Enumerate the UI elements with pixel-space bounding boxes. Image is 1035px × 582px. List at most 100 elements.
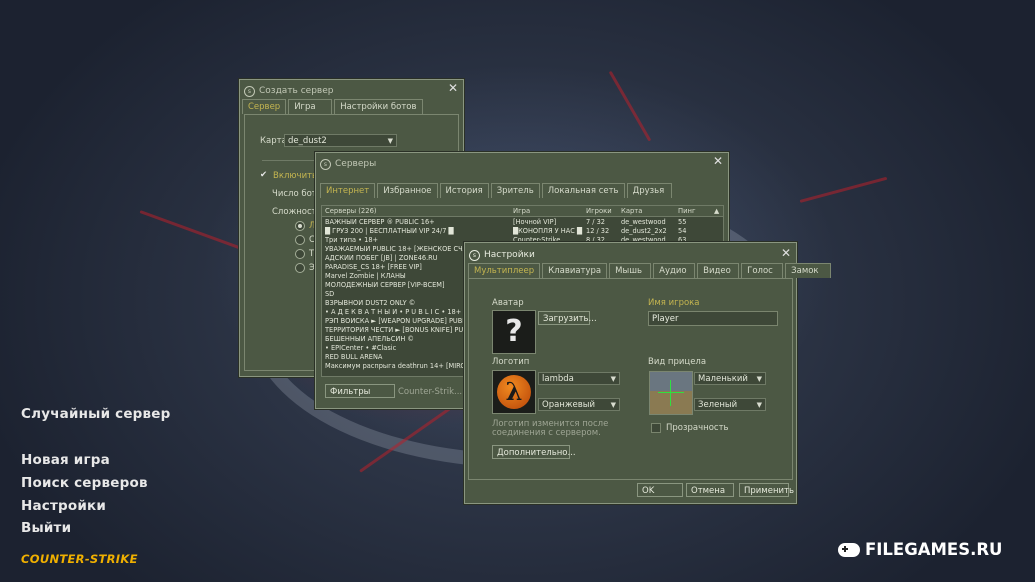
close-icon[interactable]: ✕ [781,247,791,259]
steam-icon: s [320,158,331,170]
player-name-input[interactable]: Player [648,311,778,326]
logo-preview: λ [492,370,536,414]
tab-video[interactable]: Видео [697,263,740,278]
server-game-cell: █КОНОПЛЯ У НАС █ [513,227,583,235]
tab-voice[interactable]: Голос [741,263,784,278]
servers-title: Серверы [335,159,377,169]
column-header-map[interactable]: Карта [621,206,642,216]
table-row[interactable]: ВАЖНЫЙ СЕРВЕР ® PUBLIC 16+ [Ночной VIP] 7 … [322,218,723,227]
menu-quit[interactable]: Выйти [21,520,71,536]
settings-titlebar[interactable]: s Настройки [469,248,792,262]
tab-internet[interactable]: Интернет [320,183,376,198]
watermark-text: FILEGAMES.RU [865,540,1003,559]
ok-button[interactable]: OK [637,483,683,497]
menu-settings[interactable]: Настройки [21,498,106,514]
tab-game[interactable]: Игра [288,99,333,114]
close-icon[interactable]: ✕ [713,155,723,167]
column-header-game[interactable]: Игра [513,206,530,216]
map-label: Карта [260,136,287,146]
tab-bot-settings[interactable]: Настройки ботов [334,99,423,114]
crosshair-preview [649,371,693,415]
difficulty-radio[interactable] [295,221,305,231]
player-name-label: Имя игрока [648,298,700,308]
tab-friends[interactable]: Друзья [626,183,672,198]
background-streak [608,70,652,142]
crosshair-icon [670,380,671,406]
cancel-button[interactable]: Отмена [686,483,734,497]
chevron-down-icon: ▼ [387,137,393,145]
apply-button[interactable]: Применить [739,483,794,497]
crosshair-icon [658,392,684,393]
chevron-down-icon: ▼ [610,401,616,409]
avatar-label: Аватар [492,298,524,308]
crosshair-color-select[interactable]: Зеленый ▼ [694,398,766,411]
lambda-icon: λ [497,375,531,409]
servers-titlebar[interactable]: s Серверы [320,157,724,171]
difficulty-radio[interactable] [295,235,305,245]
server-name-cell: ВАЖНЫЙ СЕРВЕР ® PUBLIC 16+ [325,218,435,226]
create-server-titlebar[interactable]: s Создать сервер [244,84,459,98]
column-header-servers[interactable]: Серверы (226) [325,206,377,216]
chevron-down-icon: ▼ [610,375,616,383]
steam-icon: s [469,249,480,261]
watermark: FILEGAMES.RU [838,540,1002,559]
column-header-ping[interactable]: Пинг [678,206,696,216]
tab-multiplayer[interactable]: Мультиплеер [468,263,541,278]
scroll-up-icon[interactable]: ▲ [714,206,719,216]
background-streak [799,176,888,203]
server-game-cell: [Ночной VIP] [513,218,557,226]
server-players-cell: 7 / 32 [586,218,605,226]
upload-button[interactable]: Загрузить... [538,311,597,325]
create-server-title: Создать сервер [259,86,334,96]
server-name-cell: █ ГРУЗ 200 | БЕСПЛАТНЫЙ VIP 24/7 █ [325,227,454,235]
difficulty-radio[interactable] [295,249,305,259]
menu-find-servers[interactable]: Поиск серверов [21,475,148,491]
tab-server[interactable]: Сервер [242,99,287,114]
logo-select[interactable]: lambda ▼ [538,372,620,385]
tab-favorites[interactable]: Избранное [377,183,438,198]
tab-history[interactable]: История [439,183,489,198]
server-list-header: Серверы (226) Игра Игроки Карта Пинг ▲ [322,206,723,217]
filters-button[interactable]: Фильтры [325,384,395,398]
server-map-cell: de_westwood [621,218,666,226]
menu-random-server[interactable]: Случайный сервер [21,406,171,422]
tab-audio[interactable]: Аудио [653,263,696,278]
logo-value: lambda [542,374,574,384]
crosshair-size-select[interactable]: Маленький ▼ [694,372,766,385]
server-players-cell: 12 / 32 [586,227,610,235]
checkmark-icon[interactable]: ✔ [260,170,267,180]
table-row[interactable]: █ ГРУЗ 200 | БЕСПЛАТНЫЙ VIP 24/7 █ █КОНОП… [322,227,723,236]
map-value: de_dust2 [288,136,327,146]
filter-game-text: Counter-Strik... [398,387,463,397]
tab-lock[interactable]: Замок [785,263,832,278]
logo-color-value: Оранжевый [542,400,595,410]
map-select[interactable]: de_dust2 ▼ [284,134,397,147]
menu-new-game[interactable]: Новая игра [21,452,110,468]
close-icon[interactable]: ✕ [448,82,458,94]
logo-color-select[interactable]: Оранжевый ▼ [538,398,620,411]
difficulty-option-label: Т [309,249,315,259]
chevron-down-icon: ▼ [756,401,762,409]
transparency-label: Прозрачность [666,423,729,433]
tab-keyboard[interactable]: Клавиатура [542,263,608,278]
difficulty-radio[interactable] [295,263,305,273]
logo-note: Логотип изменится после соединения с сер… [492,419,609,438]
crosshair-color-value: Зеленый [698,400,738,410]
advanced-button[interactable]: Дополнительно... [492,445,576,459]
tab-lan[interactable]: Локальная сеть [541,183,625,198]
chevron-down-icon: ▼ [756,375,762,383]
server-ping-cell: 55 [678,218,687,226]
gamepad-icon [838,542,860,557]
crosshair-size-value: Маленький [698,374,748,384]
background-streak [139,210,254,254]
column-header-players[interactable]: Игроки [586,206,612,216]
transparency-checkbox[interactable] [651,423,661,433]
tab-spectator[interactable]: Зритель [490,183,540,198]
server-ping-cell: 54 [678,227,687,235]
steam-icon: s [244,85,255,97]
counter-strike-logo: COUNTER-STRIKE [21,552,138,566]
tab-mouse[interactable]: Мышь [609,263,652,278]
crosshair-label: Вид прицела [648,357,707,367]
logo-label: Логотип [492,357,530,367]
server-map-cell: de_dust2_2x2 [621,227,667,235]
